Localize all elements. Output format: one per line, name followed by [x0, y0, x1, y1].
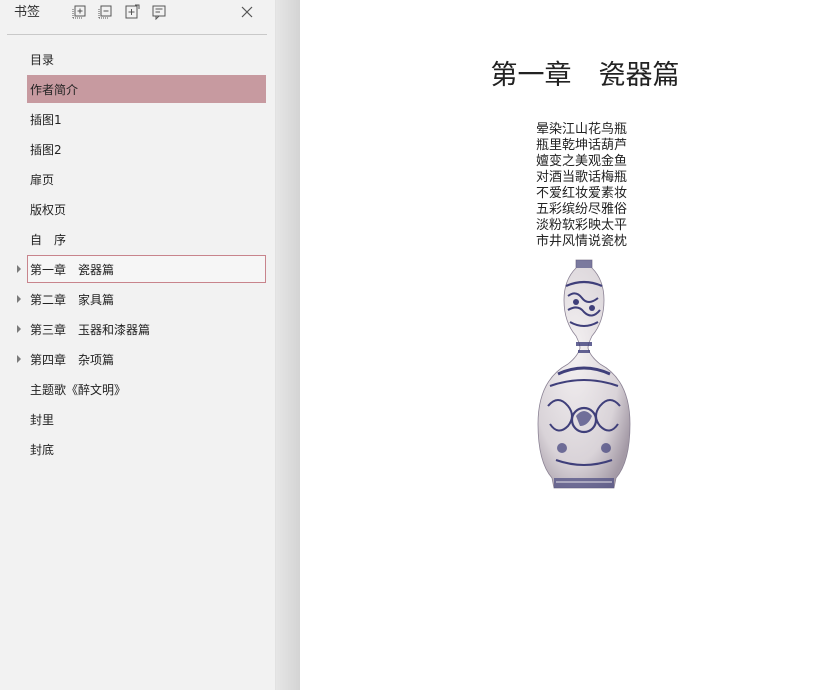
bookmark-item[interactable]: 自 序: [0, 225, 276, 255]
poem-line: 不爱红妆爱素妆: [536, 186, 628, 201]
expand-arrow-icon[interactable]: [17, 355, 21, 363]
bookmark-item-box[interactable]: 第一章 瓷器篇: [27, 255, 266, 283]
bookmark-item[interactable]: 扉页: [0, 165, 276, 195]
bookmark-item-box[interactable]: 插图1: [27, 105, 266, 133]
bookmark-item[interactable]: 插图2: [0, 135, 276, 165]
add-bookmark-icon[interactable]: [71, 4, 87, 20]
chapter-title: 第一章 瓷器篇: [490, 60, 680, 91]
reader-window: 书签 目录 作者简介 插图1 插图2 扉页 版权页 自 序 第一章 瓷器篇 第二…: [0, 0, 838, 690]
bookmark-properties-icon[interactable]: [151, 4, 167, 20]
bookmark-item[interactable]: 第二章 家具篇: [0, 285, 276, 315]
bookmark-item-label: 插图2: [30, 143, 62, 157]
page-gutter: [276, 0, 300, 690]
bookmark-item-label: 第二章 家具篇: [30, 293, 115, 307]
bookmark-item-box[interactable]: 扉页: [27, 165, 266, 193]
bookmark-item-label: 目录: [30, 53, 55, 67]
bookmark-item-box[interactable]: 插图2: [27, 135, 266, 163]
bookmark-item-box[interactable]: 自 序: [27, 225, 266, 253]
bookmark-panel-divider: [7, 34, 267, 35]
bookmark-item-box[interactable]: 第二章 家具篇: [27, 285, 266, 313]
poem-line: 瓶里乾坤话葫芦: [536, 138, 628, 153]
poem-line: 五彩缤纷尽雅俗: [536, 202, 628, 217]
poem-line: 晕染江山花鸟瓶: [536, 122, 628, 137]
bookmark-item-label: 作者简介: [30, 83, 79, 97]
expand-bookmark-icon[interactable]: [124, 4, 140, 20]
poem-line: 嬗变之美观金鱼: [536, 154, 628, 169]
bookmark-item[interactable]: 目录: [0, 45, 276, 75]
document-page: 第一章 瓷器篇 晕染江山花鸟瓶 瓶里乾坤话葫芦 嬗变之美观金鱼 对酒当歌话梅瓶 不爱红妆…: [300, 0, 838, 690]
bookmark-item-box[interactable]: 版权页: [27, 195, 266, 223]
bookmark-item-label: 版权页: [30, 203, 67, 217]
bookmark-item-box[interactable]: 封里: [27, 405, 266, 433]
poem: 晕染江山花鸟瓶 瓶里乾坤话葫芦 嬗变之美观金鱼 对酒当歌话梅瓶 不爱红妆爱素妆 五彩缤纷尽…: [536, 122, 646, 250]
expand-arrow-icon[interactable]: [17, 265, 21, 273]
poem-line: 对酒当歌话梅瓶: [536, 170, 628, 185]
bookmark-item[interactable]: 第四章 杂项篇: [0, 345, 276, 375]
expand-arrow-icon[interactable]: [17, 325, 21, 333]
poem-line: 淡粉软彩映太平: [536, 218, 628, 233]
bookmark-item-box[interactable]: 封底: [27, 435, 266, 463]
bookmark-panel-title: 书签: [14, 5, 41, 20]
poem-line: 市井风情说瓷枕: [536, 234, 628, 249]
bookmark-item-box[interactable]: 目录: [27, 45, 266, 73]
bookmark-item-label: 扉页: [30, 173, 55, 187]
bookmark-item-label: 第一章 瓷器篇: [30, 263, 115, 277]
bookmark-item-label: 封里: [30, 413, 55, 427]
bookmark-item-label: 自 序: [30, 233, 67, 247]
bookmark-item-label: 第四章 杂项篇: [30, 353, 115, 367]
bookmark-item[interactable]: 第一章 瓷器篇: [0, 255, 276, 285]
bookmark-item-box[interactable]: 第四章 杂项篇: [27, 345, 266, 373]
bookmark-item-label: 封底: [30, 443, 55, 457]
expand-arrow-icon[interactable]: [17, 295, 21, 303]
bookmark-item[interactable]: 封里: [0, 405, 276, 435]
bookmark-item-box[interactable]: 作者简介: [27, 75, 266, 103]
bookmark-item[interactable]: 主题歌《醉文明》: [0, 375, 276, 405]
bookmark-item[interactable]: 第三章 玉器和漆器篇: [0, 315, 276, 345]
bookmark-panel-header: 书签: [0, 0, 276, 28]
close-icon[interactable]: [239, 4, 255, 20]
bookmark-item[interactable]: 封底: [0, 435, 276, 465]
bookmark-item-box[interactable]: 主题歌《醉文明》: [27, 375, 266, 403]
gourd-vase-image: [537, 259, 631, 489]
bookmark-list: 目录作者简介插图1 插图2 扉页版权页自 序第一章 瓷器篇 第二章 家具篇第三章 玉器…: [0, 45, 276, 465]
bookmark-item-label: 主题歌《醉文明》: [30, 383, 127, 397]
delete-bookmark-icon[interactable]: [97, 4, 113, 20]
bookmark-item-label: 插图1: [30, 113, 62, 127]
bookmark-item-box[interactable]: 第三章 玉器和漆器篇: [27, 315, 266, 343]
bookmark-item[interactable]: 插图1: [0, 105, 276, 135]
bookmark-item[interactable]: 作者简介: [0, 75, 276, 105]
bookmark-item[interactable]: 版权页: [0, 195, 276, 225]
bookmark-panel: 书签 目录 作者简介 插图1 插图2 扉页 版权页 自 序 第一章 瓷器篇 第二…: [0, 0, 276, 690]
bookmark-item-label: 第三章 玉器和漆器篇: [30, 323, 151, 337]
